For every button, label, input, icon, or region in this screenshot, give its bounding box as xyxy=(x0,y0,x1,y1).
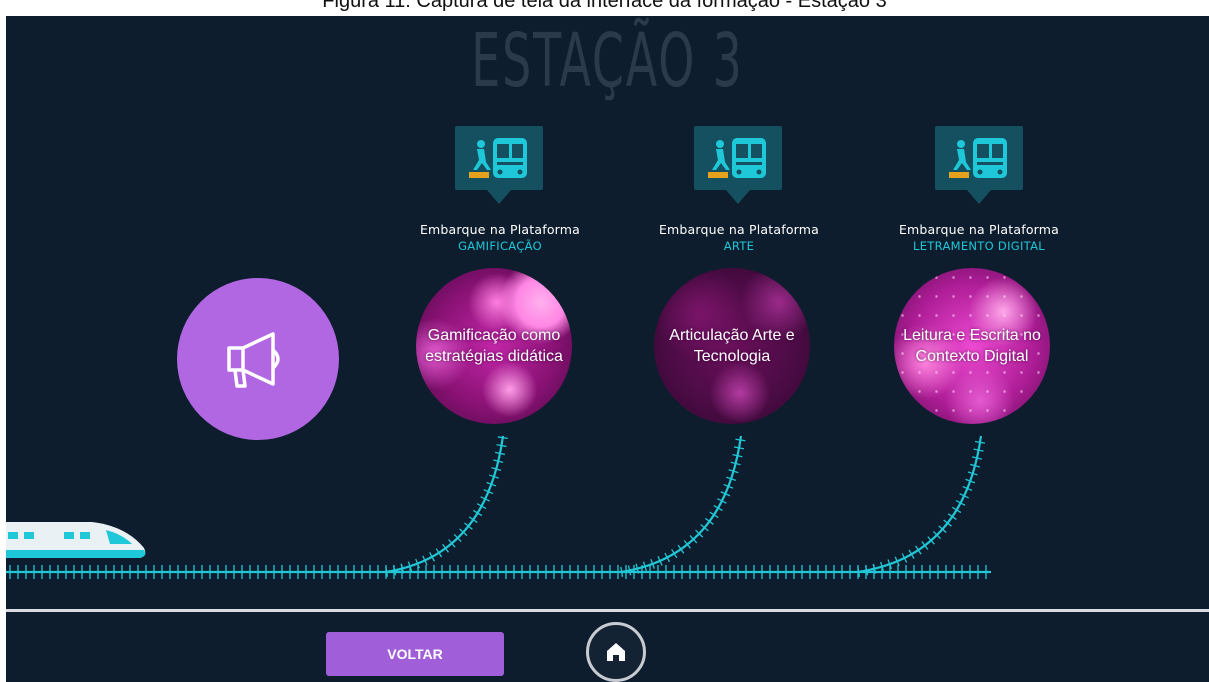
megaphone-icon xyxy=(227,332,280,388)
topic-arte-bubble[interactable]: Articulação Arte e Tecnologia xyxy=(654,268,810,424)
board-gamificacao-icon[interactable] xyxy=(455,126,543,204)
boarding-bus-icon xyxy=(949,138,1007,178)
home-button[interactable] xyxy=(586,622,646,682)
home-icon xyxy=(607,643,625,661)
topic-gamificacao-bubble[interactable]: Gamificação como estratégias didática xyxy=(416,268,572,424)
boarding-bus-icon xyxy=(708,138,766,178)
footer-divider xyxy=(6,609,1209,612)
board-letramento-icon[interactable] xyxy=(935,126,1023,204)
platform-label-name: GAMIFICAÇÃO xyxy=(458,239,542,253)
platform-label-line1: Embarque na Plataforma xyxy=(419,222,581,237)
platform-label-letramento: Embarque na Plataforma LETRAMENTO DIGITA… xyxy=(879,222,1079,253)
platform-label-line1: Embarque na Plataforma xyxy=(658,222,820,237)
topic-letramento-label: Leitura e Escrita no Contexto Digital xyxy=(903,327,1041,365)
platform-label-arte: Embarque na Plataforma ARTE xyxy=(639,222,839,253)
platform-label-gamificacao: Embarque na Plataforma GAMIFICAÇÃO xyxy=(400,222,600,253)
back-button[interactable]: VOLTAR xyxy=(326,632,504,676)
platform-label-name: LETRAMENTO DIGITAL xyxy=(913,239,1045,253)
board-arte-icon[interactable] xyxy=(694,126,782,204)
announcement-button[interactable] xyxy=(177,278,339,440)
train-icon xyxy=(6,522,146,558)
platform-label-name: ARTE xyxy=(723,239,755,253)
topic-gamificacao-label: Gamificação como estratégias didática xyxy=(425,327,563,365)
station-screen: ESTAÇÃO 3 Embarque na Plataforma GAMIFIC… xyxy=(6,16,1209,682)
boarding-bus-icon xyxy=(469,138,527,178)
figure-caption: Figura 11: Captura de tela da interface … xyxy=(0,0,1209,16)
topic-letramento-bubble[interactable]: Leitura e Escrita no Contexto Digital xyxy=(894,268,1050,424)
platform-label-line1: Embarque na Plataforma xyxy=(898,222,1060,237)
topic-arte-label: Articulação Arte e Tecnologia xyxy=(669,327,795,365)
